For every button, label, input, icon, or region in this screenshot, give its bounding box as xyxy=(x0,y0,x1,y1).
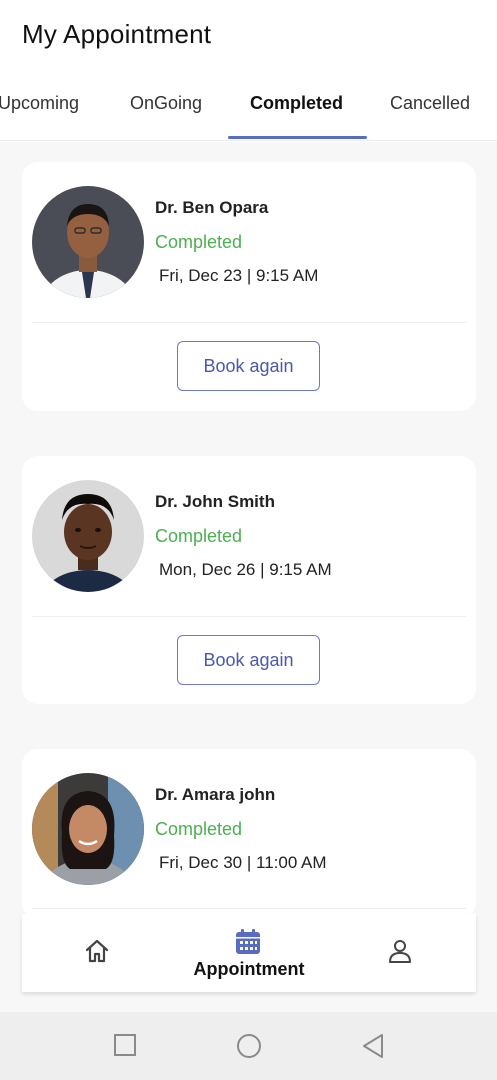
page-title: My Appointment xyxy=(22,19,212,49)
header-divider xyxy=(0,140,497,141)
active-tab-indicator xyxy=(228,136,367,139)
status-label: Completed xyxy=(155,526,243,546)
tab-bar: Upcoming OnGoing Completed Cancelled xyxy=(0,78,497,140)
appointment-card: Dr. Amara john Completed Fri, Dec 30 | 1… xyxy=(22,749,476,919)
app-header: My Appointment Upcoming OnGoing Complete… xyxy=(0,0,497,142)
status-label: Completed xyxy=(155,232,243,252)
system-nav-bar xyxy=(0,1012,497,1080)
doctor-name: Dr. John Smith xyxy=(155,492,275,511)
appointment-card: Dr. John Smith Completed Mon, Dec 26 | 9… xyxy=(22,456,476,704)
doctor-avatar xyxy=(32,773,144,885)
tab-cancelled[interactable]: Cancelled xyxy=(390,93,470,114)
calendar-icon[interactable] xyxy=(234,928,262,961)
nav-label-appointment[interactable]: Appointment xyxy=(192,959,306,980)
appointment-datetime: Fri, Dec 23 | 9:15 AM xyxy=(159,266,319,285)
book-again-button[interactable]: Book again xyxy=(177,341,320,391)
home-circle-icon[interactable] xyxy=(236,1033,262,1064)
card-divider xyxy=(32,616,466,617)
profile-icon[interactable] xyxy=(387,938,413,969)
recents-square-icon[interactable] xyxy=(113,1033,137,1062)
doctor-avatar xyxy=(32,186,144,298)
card-divider xyxy=(32,908,466,909)
appointment-datetime: Fri, Dec 30 | 11:00 AM xyxy=(159,853,327,872)
appointment-card: Dr. Ben Opara Completed Fri, Dec 23 | 9:… xyxy=(22,162,476,411)
tab-completed[interactable]: Completed xyxy=(250,93,343,114)
tab-upcoming[interactable]: Upcoming xyxy=(0,93,79,114)
home-icon[interactable] xyxy=(84,938,110,969)
back-triangle-icon[interactable] xyxy=(361,1033,385,1064)
card-divider xyxy=(32,322,466,323)
doctor-name: Dr. Ben Opara xyxy=(155,198,269,217)
bottom-nav: Appointment xyxy=(22,914,476,992)
doctor-name: Dr. Amara john xyxy=(155,785,276,804)
status-label: Completed xyxy=(155,819,243,839)
doctor-avatar xyxy=(32,480,144,592)
appointment-datetime: Mon, Dec 26 | 9:15 AM xyxy=(159,560,332,579)
tab-ongoing[interactable]: OnGoing xyxy=(130,93,202,114)
book-again-button[interactable]: Book again xyxy=(177,635,320,685)
